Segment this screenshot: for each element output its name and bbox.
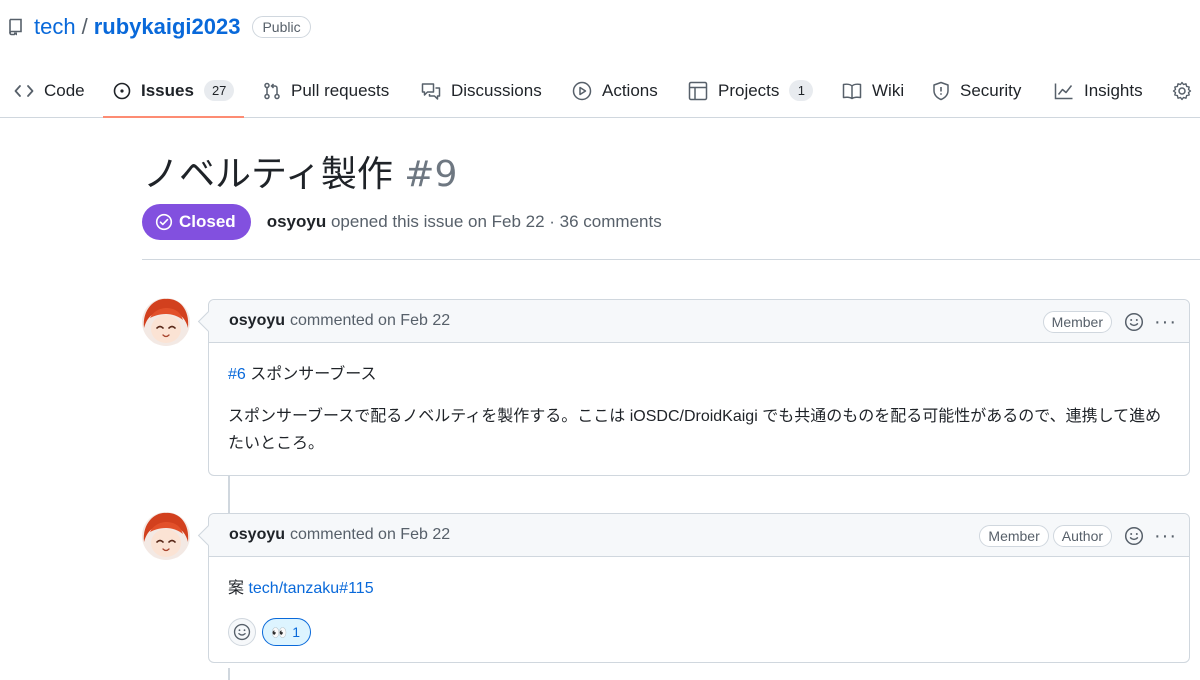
tab-security[interactable]: Security bbox=[932, 64, 1021, 117]
comment-header-actions: Member ··· bbox=[1039, 300, 1177, 343]
issue-meta-text: opened this issue on Feb 22 · 36 comment… bbox=[330, 212, 662, 231]
repo-name-link[interactable]: rubykaigi2023 bbox=[94, 14, 241, 40]
code-icon bbox=[14, 84, 34, 97]
repo-tabnav: Code Issues 27 Pull requests Discussions… bbox=[0, 64, 1200, 118]
tab-label: Security bbox=[960, 80, 1022, 100]
eyes-icon: 👀 bbox=[271, 624, 287, 640]
comment-body: 案 tech/tanzaku#115 👀 1 bbox=[209, 557, 1189, 662]
tab-discussions[interactable]: Discussions bbox=[421, 64, 542, 117]
issue-state-row: Closed osyoyu opened this issue on Feb 2… bbox=[142, 204, 662, 240]
tab-label: Pull requests bbox=[291, 80, 390, 100]
comment-header: osyoyu commented on Feb 22 Member ··· bbox=[209, 300, 1189, 343]
tab-code[interactable]: Code bbox=[14, 64, 85, 117]
timeline-connector bbox=[228, 668, 230, 680]
graph-icon bbox=[1054, 83, 1073, 99]
tab-label: Insights bbox=[1084, 80, 1143, 100]
cross-repo-issue-link[interactable]: tech/tanzaku#115 bbox=[248, 580, 373, 597]
tab-label: Code bbox=[44, 80, 85, 100]
reaction-count: 1 bbox=[292, 623, 300, 640]
kebab-menu-icon[interactable]: ··· bbox=[1154, 312, 1177, 332]
repo-header: tech / rubykaigi2023 Public bbox=[0, 0, 1200, 54]
issue-closed-icon bbox=[155, 213, 173, 231]
state-label: Closed bbox=[179, 212, 236, 231]
comment-timestamp[interactable]: commented on Feb 22 bbox=[290, 526, 450, 544]
reaction-eyes-button[interactable]: 👀 1 bbox=[262, 618, 311, 646]
comment-body: #6 スポンサーブース スポンサーブースで配るノベルティを製作する。ここは iO… bbox=[209, 343, 1189, 475]
gear-icon bbox=[1172, 81, 1192, 100]
repo-separator: / bbox=[81, 14, 88, 39]
issues-counter: 27 bbox=[203, 80, 235, 101]
issue-author-link[interactable]: osyoyu bbox=[267, 212, 327, 231]
tab-actions[interactable]: Actions bbox=[572, 64, 658, 117]
kebab-menu-icon[interactable]: ··· bbox=[1154, 526, 1177, 546]
avatar-image bbox=[142, 298, 190, 346]
tab-label: Projects bbox=[718, 80, 780, 100]
smiley-icon bbox=[1124, 312, 1144, 331]
smiley-icon bbox=[1124, 526, 1144, 545]
avatar[interactable] bbox=[142, 298, 190, 346]
comment-paragraph: 案 tech/tanzaku#115 bbox=[228, 575, 1169, 602]
tab-label: Actions bbox=[602, 80, 658, 100]
issue-title-text: ノベルティ製作 bbox=[143, 154, 393, 195]
issue-meta: osyoyu opened this issue on Feb 22 · 36 … bbox=[267, 212, 662, 232]
play-icon bbox=[572, 81, 592, 100]
add-reaction-button[interactable] bbox=[228, 618, 256, 646]
member-label: Member bbox=[979, 524, 1049, 547]
tab-wiki[interactable]: Wiki bbox=[842, 64, 904, 117]
tab-pull-requests[interactable]: Pull requests bbox=[263, 64, 389, 117]
avatar[interactable] bbox=[142, 512, 190, 560]
state-badge: Closed bbox=[142, 204, 251, 240]
projects-counter: 1 bbox=[789, 80, 814, 101]
tab-settings[interactable] bbox=[1172, 64, 1200, 117]
book-icon bbox=[842, 82, 862, 99]
comment-author-link[interactable]: osyoyu bbox=[229, 312, 285, 330]
repo-icon bbox=[9, 18, 22, 36]
issue-number: #9 bbox=[404, 154, 458, 195]
add-reaction-button[interactable] bbox=[1124, 312, 1144, 332]
tab-insights[interactable]: Insights bbox=[1054, 64, 1143, 117]
issue-title: ノベルティ製作 #9 bbox=[143, 145, 457, 197]
comment-text: スポンサーブース bbox=[245, 366, 377, 383]
tab-projects[interactable]: Projects 1 bbox=[688, 64, 814, 117]
table-icon bbox=[688, 81, 708, 100]
shield-icon bbox=[933, 81, 949, 100]
member-label: Member bbox=[1042, 310, 1113, 333]
comment-discussion-icon bbox=[421, 82, 441, 100]
issue-reference-link[interactable]: #6 bbox=[228, 366, 246, 383]
visibility-badge: Public bbox=[252, 16, 311, 38]
comment-paragraph: #6 スポンサーブース bbox=[228, 361, 1169, 388]
smiley-icon bbox=[233, 623, 251, 641]
comment-header: osyoyu commented on Feb 22 Member Author… bbox=[209, 514, 1189, 557]
repo-owner-link[interactable]: tech bbox=[34, 14, 76, 40]
comment-paragraph: スポンサーブースで配るノベルティを製作する。ここは iOSDC/DroidKai… bbox=[228, 408, 1162, 452]
timeline-connector bbox=[228, 470, 230, 515]
git-pull-request-icon bbox=[264, 82, 280, 99]
tab-issues[interactable]: Issues 27 bbox=[102, 64, 245, 118]
comment-card: osyoyu commented on Feb 22 Member ··· #6… bbox=[208, 299, 1190, 476]
author-label: Author bbox=[1052, 524, 1113, 547]
avatar-image bbox=[142, 512, 190, 560]
comment-card: osyoyu commented on Feb 22 Member Author… bbox=[208, 513, 1190, 663]
comment-timestamp[interactable]: commented on Feb 22 bbox=[290, 312, 450, 330]
reactions-bar: 👀 1 bbox=[228, 618, 1169, 646]
tab-label: Wiki bbox=[872, 80, 905, 100]
issue-opened-icon bbox=[113, 82, 131, 99]
comment-header-actions: Member Author ··· bbox=[975, 514, 1177, 557]
comment-text: 案 bbox=[228, 580, 249, 597]
add-reaction-button[interactable] bbox=[1124, 526, 1144, 546]
tab-label: Discussions bbox=[451, 80, 542, 100]
title-divider bbox=[142, 259, 1200, 260]
comment-author-link[interactable]: osyoyu bbox=[229, 526, 285, 544]
tab-label: Issues bbox=[141, 80, 194, 100]
